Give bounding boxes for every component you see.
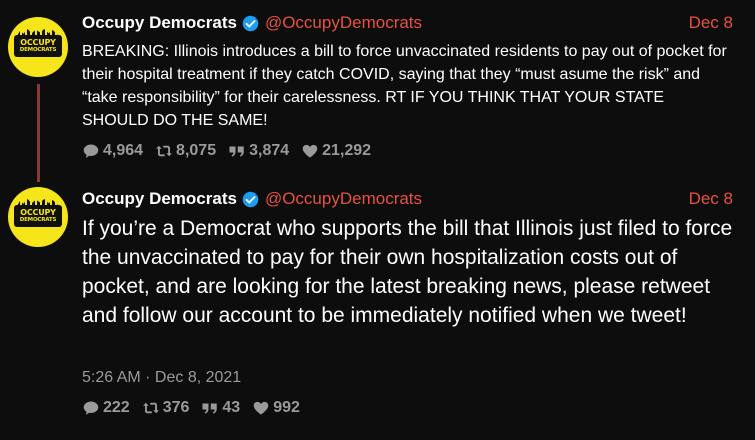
like-count: 992 xyxy=(273,399,300,416)
tweet-date[interactable]: Dec 8 xyxy=(689,189,733,209)
quote-button[interactable]: 3,874 xyxy=(228,142,289,160)
speech-bubble-icon xyxy=(83,401,99,415)
avatar-text-line1: OCCUPY xyxy=(20,207,56,217)
like-button[interactable]: 992 xyxy=(252,399,300,417)
tweet-text: If you’re a Democrat who supports the bi… xyxy=(82,217,733,327)
heart-icon xyxy=(253,401,269,415)
retweet-icon xyxy=(142,402,159,414)
tweet-text: BREAKING: Illinois introduces a bill to … xyxy=(82,43,727,129)
author-avatar[interactable]: OCCUPY DEMOCRATS xyxy=(8,187,68,247)
tweet-thread: OCCUPY DEMOCRATS Occupy Democrats @Occup… xyxy=(0,0,755,440)
avatar-logo: OCCUPY DEMOCRATS xyxy=(14,205,62,227)
like-count: 21,292 xyxy=(322,142,372,159)
author-handle[interactable]: @OccupyDemocrats xyxy=(265,189,422,209)
reply-count: 4,964 xyxy=(103,142,144,159)
author-display-name[interactable]: Occupy Democrats xyxy=(82,189,237,209)
tweet-actions: 222 376 43 992 xyxy=(82,399,312,417)
quote-button[interactable]: 43 xyxy=(201,399,240,417)
tweet-timestamp[interactable]: 5:26 AM · Dec 8, 2021 xyxy=(82,369,241,387)
tweet-date[interactable]: Dec 8 xyxy=(689,13,733,33)
avatar-text-line2: DEMOCRATS xyxy=(19,46,57,53)
tweet-2[interactable]: OCCUPY DEMOCRATS Occupy Democrats @Occup… xyxy=(0,182,755,440)
author-avatar[interactable]: OCCUPY DEMOCRATS xyxy=(8,17,68,77)
speech-bubble-icon xyxy=(83,144,99,158)
verified-badge-icon xyxy=(242,15,259,31)
tweet-header: Occupy Democrats @OccupyDemocrats Dec 8 xyxy=(82,13,733,33)
reply-button[interactable]: 222 xyxy=(82,399,130,417)
tweet-header: Occupy Democrats @OccupyDemocrats Dec 8 xyxy=(82,189,733,209)
heart-icon xyxy=(302,144,318,158)
retweet-button[interactable]: 8,075 xyxy=(155,142,216,160)
avatar-logo: OCCUPY DEMOCRATS xyxy=(14,35,62,57)
tweet-actions: 4,964 8,075 3,874 21,292 xyxy=(82,142,383,160)
tweet-1[interactable]: OCCUPY DEMOCRATS Occupy Democrats @Occup… xyxy=(0,0,755,182)
retweet-icon xyxy=(156,145,172,157)
avatar-text-line2: DEMOCRATS xyxy=(19,216,57,223)
author-handle[interactable]: @OccupyDemocrats xyxy=(265,13,422,33)
avatar-text-line1: OCCUPY xyxy=(20,37,56,47)
like-button[interactable]: 21,292 xyxy=(301,142,371,160)
verified-badge-icon xyxy=(242,191,259,207)
quote-count: 3,874 xyxy=(249,142,290,159)
quote-icon xyxy=(229,146,244,157)
retweet-count: 8,075 xyxy=(176,142,217,159)
reply-count: 222 xyxy=(103,399,130,416)
quote-icon xyxy=(202,403,218,414)
retweet-button[interactable]: 376 xyxy=(142,399,190,417)
author-display-name[interactable]: Occupy Democrats xyxy=(82,13,237,33)
reply-button[interactable]: 4,964 xyxy=(82,142,143,160)
retweet-count: 376 xyxy=(162,399,190,416)
quote-count: 43 xyxy=(222,399,241,416)
